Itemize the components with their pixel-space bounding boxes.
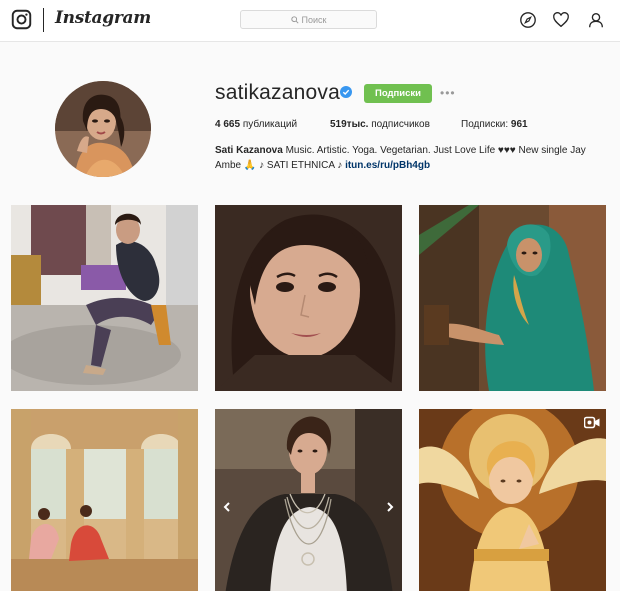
yoga-palace-columns-photo: [11, 409, 198, 591]
posts-count-value: 4 665: [215, 119, 241, 130]
post-thumbnail-1[interactable]: [11, 205, 198, 391]
instagram-camera-icon[interactable]: [11, 9, 32, 30]
post-thumbnail-2[interactable]: [215, 205, 402, 391]
followers-count[interactable]: 519тыс. подписчиков: [330, 119, 430, 130]
explore-compass-icon[interactable]: [519, 11, 537, 29]
profile-avatar[interactable]: [55, 81, 151, 177]
woman-necklaces-photo: [215, 409, 402, 591]
bio-link[interactable]: itun.es/ru/pBh4gb: [345, 160, 430, 171]
video-camera-icon: [584, 416, 600, 429]
carousel-prev-arrow-icon[interactable]: [221, 501, 233, 513]
activity-heart-icon[interactable]: [552, 11, 570, 29]
verified-badge-icon: [340, 86, 352, 98]
instagram-wordmark[interactable]: Instagram: [55, 8, 151, 28]
follow-button[interactable]: Подписки: [364, 84, 432, 103]
carousel-next-arrow-icon[interactable]: [384, 501, 396, 513]
logo-divider: [43, 8, 44, 32]
search-icon: [290, 15, 299, 24]
profile-bio: Sati Kazanova Music. Artistic. Yoga. Veg…: [215, 143, 605, 173]
posts-count-label: публикаций: [242, 119, 298, 130]
profile-username: satikazanova: [215, 81, 340, 104]
golden-angel-painting-photo: [419, 409, 606, 591]
search-placeholder: Поиск: [301, 14, 327, 25]
following-count-label: Подписки:: [461, 119, 509, 130]
more-options-icon[interactable]: •••: [440, 86, 456, 100]
close-up-selfie-photo: [215, 205, 402, 391]
search-input[interactable]: Поиск: [240, 10, 377, 29]
following-count-value: 961: [510, 119, 528, 130]
followers-count-label: подписчиков: [371, 119, 430, 130]
top-navigation-bar: Instagram Поиск: [0, 0, 620, 42]
posts-count: 4 665 публикаций: [215, 119, 297, 130]
post-thumbnail-6[interactable]: [419, 409, 606, 591]
profile-person-icon[interactable]: [587, 11, 605, 29]
bio-name: Sati Kazanova: [215, 145, 283, 156]
followers-count-value: 519тыс.: [330, 119, 369, 130]
following-count[interactable]: Подписки: 961: [461, 119, 528, 130]
post-thumbnail-4[interactable]: [11, 409, 198, 591]
post-thumbnail-5[interactable]: [215, 409, 402, 591]
woman-sitting-dressing-room-photo: [11, 205, 198, 391]
avatar-photo: [55, 81, 151, 177]
woman-teal-shawl-photo: [419, 205, 606, 391]
post-thumbnail-3[interactable]: [419, 205, 606, 391]
